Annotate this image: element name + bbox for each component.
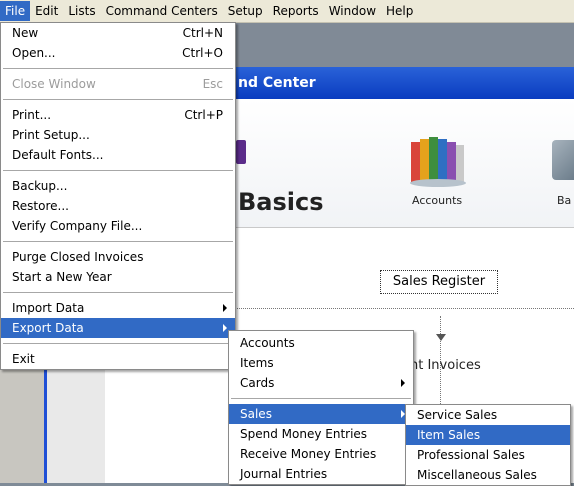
shortcut: Ctrl+P bbox=[184, 108, 223, 122]
menu-setup[interactable]: Setup bbox=[223, 1, 268, 21]
separator bbox=[3, 292, 233, 293]
label: Import Data bbox=[12, 301, 85, 315]
menu-item-receive-money[interactable]: Receive Money Entries bbox=[229, 444, 413, 464]
menu-item-item-sales[interactable]: Item Sales bbox=[406, 425, 570, 445]
menu-help[interactable]: Help bbox=[381, 1, 418, 21]
menu-edit[interactable]: Edit bbox=[30, 1, 63, 21]
menu-item-print[interactable]: Print... Ctrl+P bbox=[1, 105, 235, 125]
label: Open... bbox=[12, 46, 56, 60]
separator bbox=[3, 99, 233, 100]
menu-item-export-data[interactable]: Export Data bbox=[1, 318, 235, 338]
separator bbox=[3, 68, 233, 69]
label: Close Window bbox=[12, 77, 96, 91]
menu-item-spend-money[interactable]: Spend Money Entries bbox=[229, 424, 413, 444]
menu-item-sales[interactable]: Sales bbox=[229, 404, 413, 424]
shortcut: Esc bbox=[202, 77, 223, 91]
submenu-arrow-icon bbox=[223, 324, 227, 332]
menu-item-close-window: Close Window Esc bbox=[1, 74, 235, 94]
flow-arrow-icon bbox=[436, 334, 446, 341]
menu-item-miscellaneous-sales[interactable]: Miscellaneous Sales bbox=[406, 465, 570, 485]
banking-icon[interactable] bbox=[552, 140, 574, 180]
label: New bbox=[12, 26, 39, 40]
menu-file[interactable]: File bbox=[0, 1, 31, 21]
menu-bar: File Edit Lists Command Centers Setup Re… bbox=[0, 0, 574, 23]
label: Export Data bbox=[12, 321, 84, 335]
separator bbox=[231, 398, 411, 399]
shortcut: Ctrl+N bbox=[182, 26, 223, 40]
menu-item-print-setup[interactable]: Print Setup... bbox=[1, 125, 235, 145]
menu-item-accounts[interactable]: Accounts bbox=[229, 333, 413, 353]
file-menu: New Ctrl+N Open... Ctrl+O Close Window Esc … bbox=[0, 22, 236, 370]
logo-fragment-icon bbox=[236, 140, 246, 164]
flow-line bbox=[235, 308, 574, 309]
banner-title: Basics bbox=[238, 188, 324, 216]
menu-window[interactable]: Window bbox=[324, 1, 381, 21]
separator bbox=[3, 343, 233, 344]
accounts-icon[interactable] bbox=[405, 132, 471, 188]
menu-item-professional-sales[interactable]: Professional Sales bbox=[406, 445, 570, 465]
menu-item-open[interactable]: Open... Ctrl+O bbox=[1, 43, 235, 63]
menu-lists[interactable]: Lists bbox=[63, 1, 100, 21]
menu-item-service-sales[interactable]: Service Sales bbox=[406, 405, 570, 425]
menu-item-new-year[interactable]: Start a New Year bbox=[1, 267, 235, 287]
separator bbox=[3, 241, 233, 242]
submenu-arrow-icon bbox=[223, 304, 227, 312]
invoices-button[interactable]: nt Invoices bbox=[410, 358, 481, 373]
menu-command-centers[interactable]: Command Centers bbox=[101, 1, 223, 21]
menu-item-new[interactable]: New Ctrl+N bbox=[1, 23, 235, 43]
menu-item-exit[interactable]: Exit bbox=[1, 349, 235, 369]
banking-label[interactable]: Ba bbox=[557, 194, 571, 207]
menu-item-verify[interactable]: Verify Company File... bbox=[1, 216, 235, 236]
menu-item-import-data[interactable]: Import Data bbox=[1, 298, 235, 318]
sales-submenu: Service Sales Item Sales Professional Sa… bbox=[405, 404, 571, 486]
accounts-label[interactable]: Accounts bbox=[412, 194, 462, 207]
menu-item-cards[interactable]: Cards bbox=[229, 373, 413, 393]
label: Sales bbox=[240, 407, 272, 421]
separator bbox=[3, 170, 233, 171]
submenu-arrow-icon bbox=[401, 379, 405, 387]
sales-register-button[interactable]: Sales Register bbox=[380, 270, 498, 294]
menu-item-purge[interactable]: Purge Closed Invoices bbox=[1, 247, 235, 267]
window-title: nd Center bbox=[238, 75, 316, 91]
menu-item-journal-entries[interactable]: Journal Entries bbox=[229, 464, 413, 484]
menu-reports[interactable]: Reports bbox=[268, 1, 324, 21]
label: Cards bbox=[240, 376, 275, 390]
menu-item-backup[interactable]: Backup... bbox=[1, 176, 235, 196]
menu-item-items[interactable]: Items bbox=[229, 353, 413, 373]
menu-item-restore[interactable]: Restore... bbox=[1, 196, 235, 216]
export-data-submenu: Accounts Items Cards Sales Spend Money E… bbox=[228, 330, 414, 485]
label: Print... bbox=[12, 108, 52, 122]
menu-item-default-fonts[interactable]: Default Fonts... bbox=[1, 145, 235, 165]
shortcut: Ctrl+O bbox=[182, 46, 223, 60]
